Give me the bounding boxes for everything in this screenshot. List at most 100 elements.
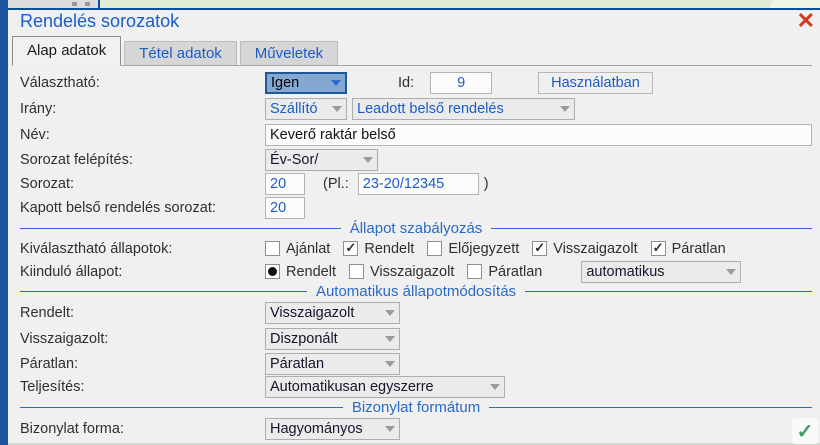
section-line [525,291,812,292]
chevron-down-icon [490,384,500,390]
id-value: 9 [457,75,465,91]
teljesites-dropdown[interactable]: Automatikusan egyszerre [265,376,505,398]
kapott-sorozat-label: Kapott belső rendelés sorozat: [20,200,265,216]
irany-type-dropdown[interactable]: Leadott belső rendelés [352,98,575,120]
sorozat-felepites-label: Sorozat felépítés: [20,152,265,168]
checkbox-option[interactable]: Páratlan [467,264,542,280]
checkbox-icon[interactable] [532,241,547,256]
row-kapott-sorozat: Kapott belső rendelés sorozat: 20 [20,196,812,220]
chevron-down-icon [385,426,395,432]
checkbox-label: Páratlan [672,241,726,257]
rendelt-value: Visszaigazolt [270,305,354,321]
checkbox-option[interactable]: Visszaigazolt [349,264,454,280]
sorozat-value: 20 [270,176,286,192]
tab-alap-adatok[interactable]: Alap adatok [12,36,121,66]
sorozat-felepites-dropdown[interactable]: Év-Sor/ [265,149,378,171]
paratlan-value: Páratlan [270,356,324,372]
chevron-down-icon [331,80,341,86]
band-decor-icon [85,2,90,6]
section-line [20,291,307,292]
section-line [489,407,812,408]
visszaigazolt-dropdown[interactable]: Diszponált [265,328,400,350]
visszaigazolt-value: Diszponált [270,331,338,347]
checkbox-label: Visszaigazolt [370,264,454,280]
left-border-bar [0,0,8,445]
nev-input[interactable]: Keverő raktár belső [265,124,812,146]
checkbox-icon[interactable] [343,241,358,256]
tab-muveletek[interactable]: Műveletek [240,41,338,65]
row-nev: Név: Keverő raktár belső [20,122,812,148]
chevron-down-icon [332,106,342,112]
row-sorozat-felepites: Sorozat felépítés: Év-Sor/ [20,148,812,172]
kiindulo-allapot-label: Kiinduló állapot: [20,264,265,280]
checkbox-icon[interactable] [467,264,482,279]
background-band-green [100,0,820,8]
checkbox-option[interactable]: Páratlan [651,241,726,257]
section-line [20,228,341,229]
checkbox-label: Rendelt [364,241,414,257]
tab-tetel-adatok[interactable]: Tétel adatok [124,41,237,65]
bizonylat-forma-dropdown[interactable]: Hagyományos [265,418,400,440]
row-kivalaszthato-allapotok: Kiválasztható állapotok: Ajánlat Rendelt… [20,237,812,260]
automatikus-value: automatikus [586,264,664,280]
row-rendelt: Rendelt: Visszaigazolt [20,300,812,326]
section-title: Automatikus állapotmódosítás [307,283,525,300]
section-allapot-szabalyozas: Állapot szabályozás [20,220,812,237]
section-bizonylat-formatum: Bizonylat formátum [20,399,812,416]
chevron-down-icon [385,310,395,316]
radio-option[interactable]: Rendelt [265,264,336,280]
close-icon[interactable]: ✕ [797,10,815,32]
checkbox-option[interactable]: Ajánlat [265,241,330,257]
radio-icon[interactable] [265,264,280,279]
bizonylat-forma-value: Hagyományos [270,421,363,437]
automatikus-dropdown[interactable]: automatikus [581,261,741,283]
checkbox-option[interactable]: Előjegyzett [427,241,519,257]
example-suffix-label: ) [484,176,489,192]
section-line [20,407,343,408]
valaszthato-label: Választható: [20,75,265,91]
checkbox-icon[interactable] [651,241,666,256]
checkbox-icon[interactable] [349,264,364,279]
chevron-down-icon [385,361,395,367]
row-valaszthato: Választható: Igen Id: 9 Használatban [20,69,812,96]
nev-value: Keverő raktár belső [270,127,396,143]
hasznalatban-label: Használatban [551,75,640,91]
row-kiindulo-allapot: Kiinduló állapot: Rendelt Visszaigazolt … [20,260,812,283]
paratlan-label: Páratlan: [20,356,265,372]
id-label: Id: [398,75,414,91]
example-box: 23-20/12345 [358,173,479,195]
irany-type-value: Leadott belső rendelés [357,101,504,117]
rendelt-dropdown[interactable]: Visszaigazolt [265,302,400,324]
teljesites-value: Automatikusan egyszerre [270,379,434,395]
id-input[interactable]: 9 [430,72,492,94]
chevron-down-icon [560,106,570,112]
kivalaszthato-allapotok-label: Kiválasztható állapotok: [20,241,265,257]
row-teljesites: Teljesítés: Automatikusan egyszerre [20,375,812,399]
checkbox-label: Előjegyzett [448,241,519,257]
checkbox-option[interactable]: Rendelt [343,241,414,257]
kapott-sorozat-input[interactable]: 20 [265,197,305,219]
row-sorozat: Sorozat: 20 (Pl.: 23-20/12345 ) [20,172,812,196]
top-border-line [0,8,820,10]
row-bizonylat-forma: Bizonylat forma: Hagyományos [20,416,812,442]
hasznalatban-button[interactable]: Használatban [538,72,653,94]
checkbox-option[interactable]: Visszaigazolt [532,241,637,257]
checkbox-icon[interactable] [427,241,442,256]
kapott-sorozat-value: 20 [270,200,286,216]
example-prefix-label: (Pl.: [323,176,349,192]
chevron-down-icon [363,157,373,163]
background-band [0,0,820,8]
irany-dropdown[interactable]: Szállító [265,98,347,120]
checkbox-icon[interactable] [265,241,280,256]
chevron-down-icon [726,269,736,275]
dialog-title: Rendelés sorozatok [20,11,179,32]
tab-bar: Alap adatok Tétel adatok Műveletek [12,37,812,66]
band-divider [98,0,100,8]
paratlan-dropdown[interactable]: Páratlan [265,353,400,375]
valaszthato-dropdown[interactable]: Igen [265,72,347,94]
visszaigazolt-label: Visszaigazolt: [20,331,265,347]
dialog-rendeles-sorozatok: ✕ ✓ Rendelés sorozatok Alap adatok Tétel… [0,0,820,445]
radio-label: Rendelt [286,264,336,280]
sorozat-input[interactable]: 20 [265,173,305,195]
section-automatikus-allapotmodositas: Automatikus állapotmódosítás [20,283,812,300]
